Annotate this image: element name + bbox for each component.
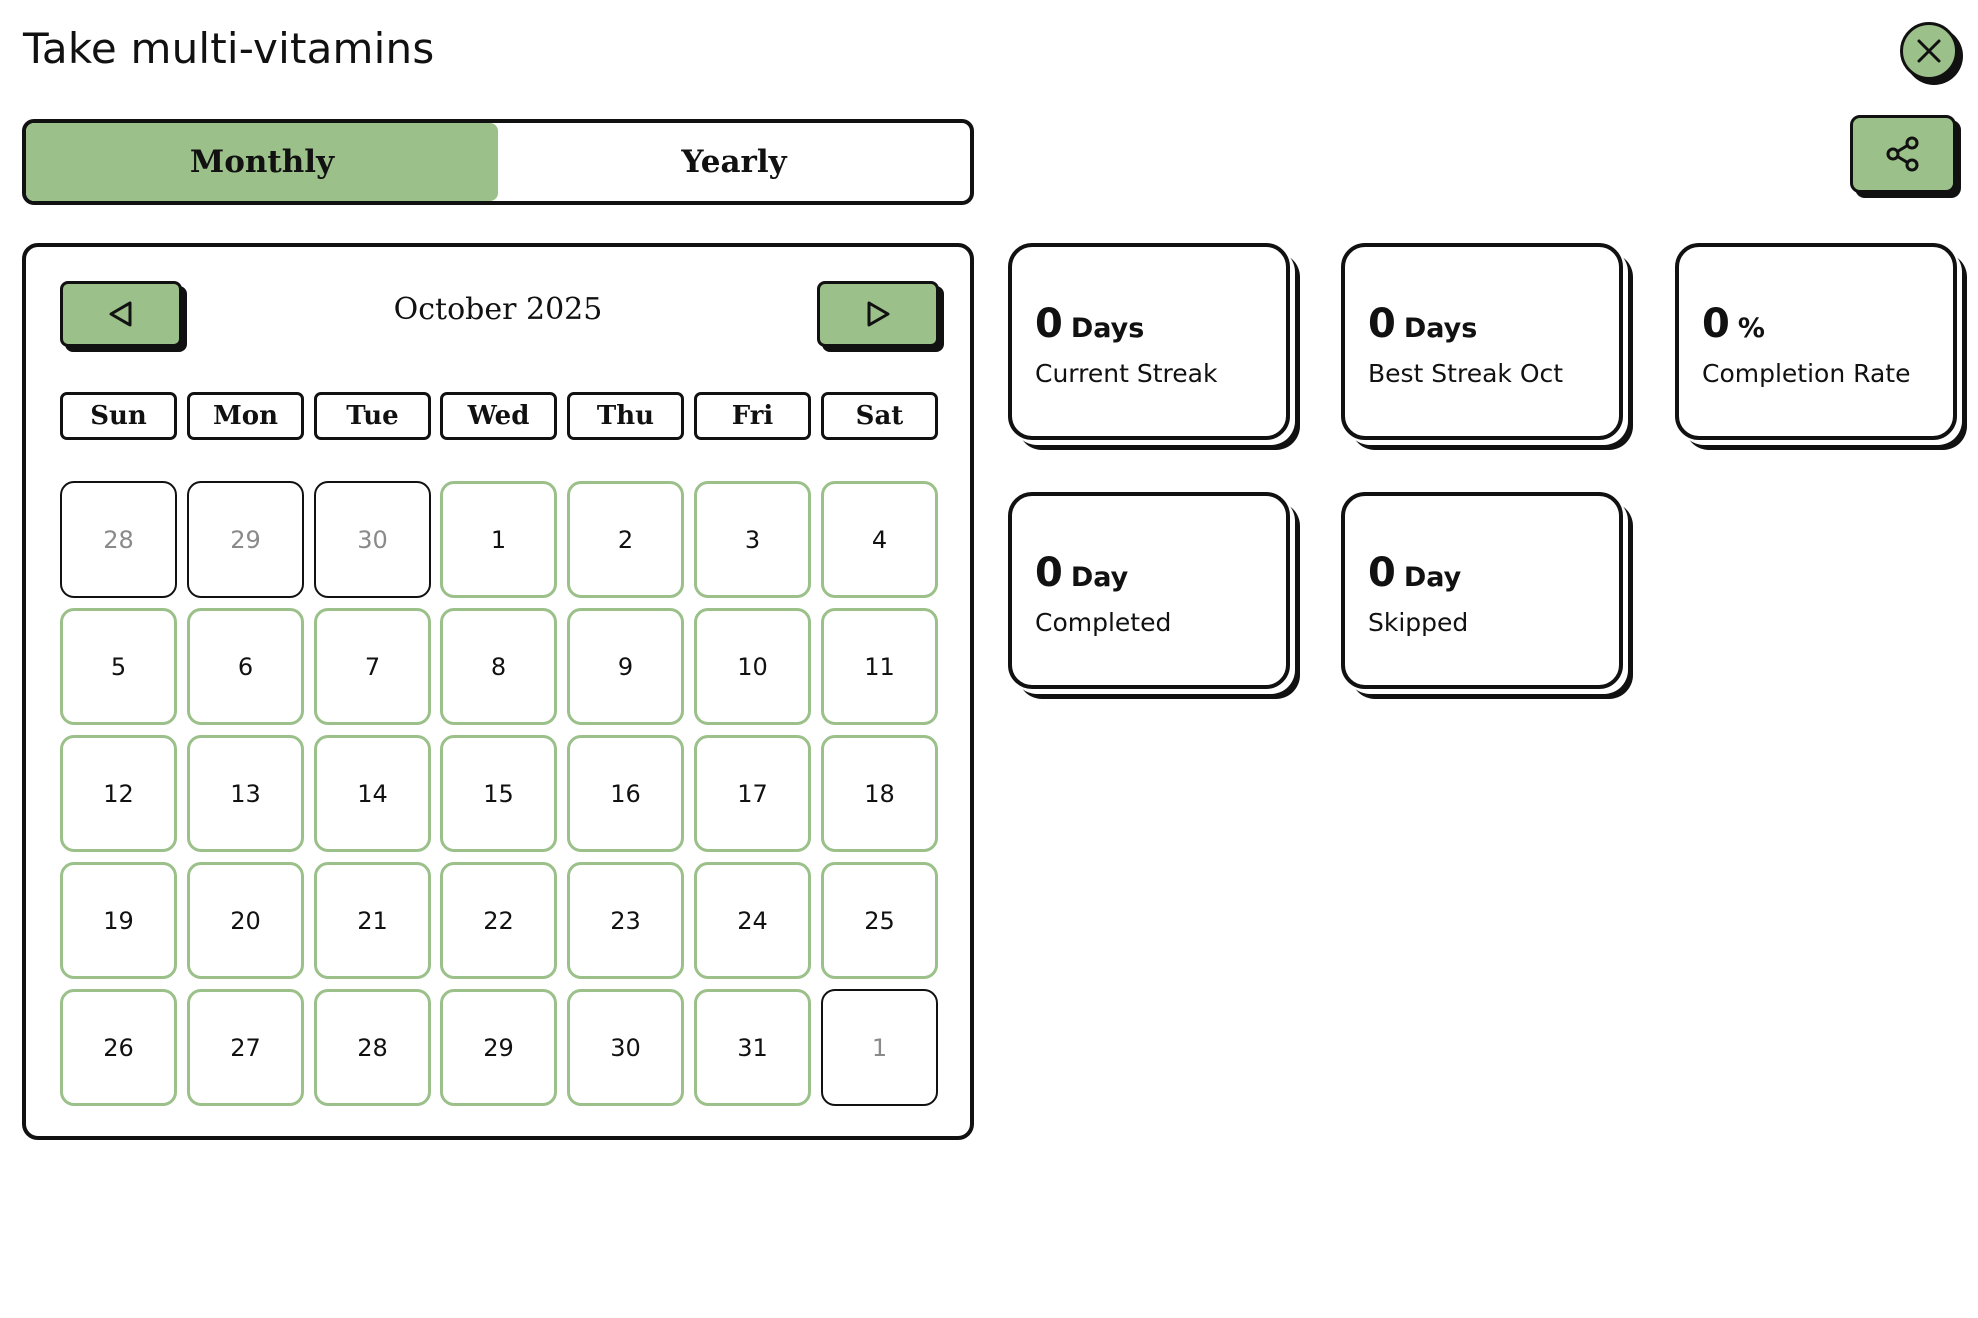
calendar-day[interactable]: 20 bbox=[187, 862, 304, 979]
calendar-day[interactable]: 5 bbox=[60, 608, 177, 725]
calendar-day[interactable]: 6 bbox=[187, 608, 304, 725]
tab-yearly[interactable]: Yearly bbox=[498, 123, 970, 201]
stat-label: Best Streak Oct bbox=[1368, 359, 1564, 388]
calendar-day[interactable]: 7 bbox=[314, 608, 431, 725]
calendar-day[interactable]: 11 bbox=[821, 608, 938, 725]
calendar-day[interactable]: 12 bbox=[60, 735, 177, 852]
calendar-day[interactable]: 29 bbox=[440, 989, 557, 1106]
stat-label: Skipped bbox=[1368, 608, 1469, 637]
calendar-day[interactable]: 31 bbox=[694, 989, 811, 1106]
weekday-header: Thu bbox=[567, 392, 684, 440]
weekday-header: Tue bbox=[314, 392, 431, 440]
calendar-day[interactable]: 19 bbox=[60, 862, 177, 979]
calendar-day[interactable]: 18 bbox=[821, 735, 938, 852]
calendar-day[interactable]: 1 bbox=[440, 481, 557, 598]
calendar-day[interactable]: 16 bbox=[567, 735, 684, 852]
stat-unit: Day bbox=[1070, 562, 1129, 593]
calendar-day[interactable]: 4 bbox=[821, 481, 938, 598]
weekday-header: Fri bbox=[694, 392, 811, 440]
calendar-day[interactable]: 27 bbox=[187, 989, 304, 1106]
calendar-panel: October 2025 Sun Mon Tue Wed Thu Fri Sat… bbox=[22, 243, 974, 1140]
stat-card-completion-rate: 0% Completion Rate bbox=[1675, 243, 1957, 440]
stat-value: 0 bbox=[1368, 550, 1396, 596]
stat-value: 0 bbox=[1702, 301, 1730, 347]
stat-unit: Day bbox=[1403, 562, 1462, 593]
calendar-day[interactable]: 15 bbox=[440, 735, 557, 852]
stat-unit: % bbox=[1737, 313, 1765, 344]
calendar-day[interactable]: 30 bbox=[567, 989, 684, 1106]
tab-monthly[interactable]: Monthly bbox=[26, 123, 498, 201]
weekday-header: Sat bbox=[821, 392, 938, 440]
stat-value: 0 bbox=[1368, 301, 1396, 347]
calendar-day[interactable]: 17 bbox=[694, 735, 811, 852]
close-icon bbox=[1917, 39, 1941, 63]
calendar-day[interactable]: 23 bbox=[567, 862, 684, 979]
share-icon bbox=[1886, 136, 1919, 172]
triangle-right-icon bbox=[867, 301, 890, 327]
next-month-button[interactable] bbox=[817, 281, 939, 347]
calendar-day[interactable]: 14 bbox=[314, 735, 431, 852]
stat-card-completed: 0 Day Completed bbox=[1008, 492, 1290, 689]
weekday-header: Wed bbox=[440, 392, 557, 440]
stat-card-best-streak: 0 Days Best Streak Oct bbox=[1341, 243, 1623, 440]
calendar-day-outside-month[interactable]: 29 bbox=[187, 481, 304, 598]
view-toggle: Monthly Yearly bbox=[22, 119, 974, 205]
stat-unit: Days bbox=[1403, 313, 1478, 344]
calendar-day[interactable]: 13 bbox=[187, 735, 304, 852]
stat-card-current-streak: 0 Days Current Streak bbox=[1008, 243, 1290, 440]
calendar-day[interactable]: 22 bbox=[440, 862, 557, 979]
calendar-day-outside-month[interactable]: 1 bbox=[821, 989, 938, 1106]
close-button[interactable] bbox=[1900, 22, 1958, 80]
calendar-day[interactable]: 2 bbox=[567, 481, 684, 598]
stat-label: Completed bbox=[1035, 608, 1172, 637]
calendar-day[interactable]: 8 bbox=[440, 608, 557, 725]
calendar-day[interactable]: 28 bbox=[314, 989, 431, 1106]
calendar-day-outside-month[interactable]: 30 bbox=[314, 481, 431, 598]
stat-unit: Days bbox=[1070, 313, 1145, 344]
stat-value: 0 bbox=[1035, 301, 1063, 347]
stat-card-skipped: 0 Day Skipped bbox=[1341, 492, 1623, 689]
calendar-day[interactable]: 25 bbox=[821, 862, 938, 979]
calendar-day[interactable]: 24 bbox=[694, 862, 811, 979]
page-title: Take multi-vitamins bbox=[23, 24, 435, 73]
calendar-day[interactable]: 26 bbox=[60, 989, 177, 1106]
calendar-day[interactable]: 10 bbox=[694, 608, 811, 725]
weekday-header: Sun bbox=[60, 392, 177, 440]
stat-value: 0 bbox=[1035, 550, 1063, 596]
calendar-day[interactable]: 9 bbox=[567, 608, 684, 725]
calendar-day[interactable]: 21 bbox=[314, 862, 431, 979]
stat-label: Completion Rate bbox=[1702, 359, 1911, 388]
weekday-header: Mon bbox=[187, 392, 304, 440]
calendar-day-outside-month[interactable]: 28 bbox=[60, 481, 177, 598]
calendar-day[interactable]: 3 bbox=[694, 481, 811, 598]
share-button[interactable] bbox=[1850, 115, 1956, 193]
stat-label: Current Streak bbox=[1035, 359, 1218, 388]
